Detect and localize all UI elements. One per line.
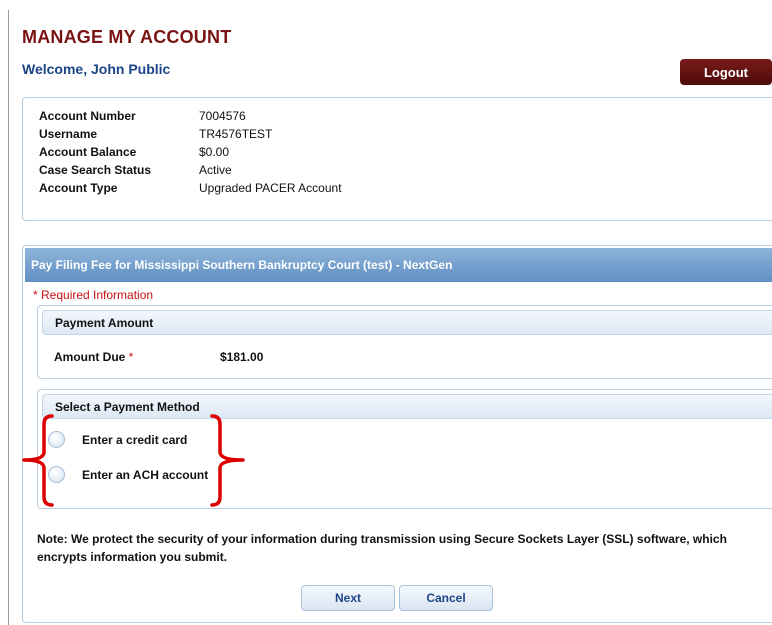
welcome-message: Welcome, John Public (22, 61, 171, 77)
ach-account-radio[interactable] (48, 466, 65, 483)
payment-amount-section: Payment Amount Amount Due * $181.00 (37, 305, 772, 379)
cancel-button[interactable]: Cancel (399, 585, 493, 611)
username-label: Username (39, 127, 98, 141)
left-border-line (8, 10, 9, 625)
account-balance-value: $0.00 (199, 145, 230, 159)
credit-card-label[interactable]: Enter a credit card (82, 433, 187, 447)
required-marker: * (128, 350, 134, 364)
case-search-status-label: Case Search Status (39, 163, 152, 177)
amount-due-value: $181.00 (220, 350, 264, 364)
amount-due-label: Amount Due * (54, 350, 133, 364)
ach-account-label[interactable]: Enter an ACH account (82, 468, 208, 482)
ach-account-option[interactable]: Enter an ACH account (48, 466, 208, 483)
pay-filing-fee-header: Pay Filing Fee for Mississippi Southern … (25, 248, 772, 282)
logout-button[interactable]: Logout (680, 59, 772, 85)
ssl-security-note: Note: We protect the security of your in… (37, 532, 727, 564)
case-search-status-value: Active (199, 163, 232, 177)
credit-card-option[interactable]: Enter a credit card (48, 431, 187, 448)
credit-card-radio[interactable] (48, 431, 65, 448)
payment-method-section: Select a Payment Method Enter a credit c… (37, 389, 772, 509)
pay-filing-fee-panel: Pay Filing Fee for Mississippi Southern … (22, 245, 772, 623)
payment-method-title: Select a Payment Method (42, 394, 772, 419)
amount-due-text: Amount Due (54, 350, 126, 364)
username-value: TR4576TEST (199, 127, 273, 141)
required-information-note: * Required Information (33, 288, 154, 302)
account-type-label: Account Type (39, 181, 118, 195)
payment-amount-title: Payment Amount (42, 310, 772, 335)
account-info-panel: Account Number 7004576 Username TR4576TE… (22, 97, 772, 221)
account-type-value: Upgraded PACER Account (199, 181, 342, 195)
page-title: MANAGE MY ACCOUNT (22, 27, 232, 47)
account-number-label: Account Number (39, 109, 136, 123)
next-button[interactable]: Next (301, 585, 395, 611)
account-balance-label: Account Balance (39, 145, 137, 159)
account-number-value: 7004576 (199, 109, 246, 123)
